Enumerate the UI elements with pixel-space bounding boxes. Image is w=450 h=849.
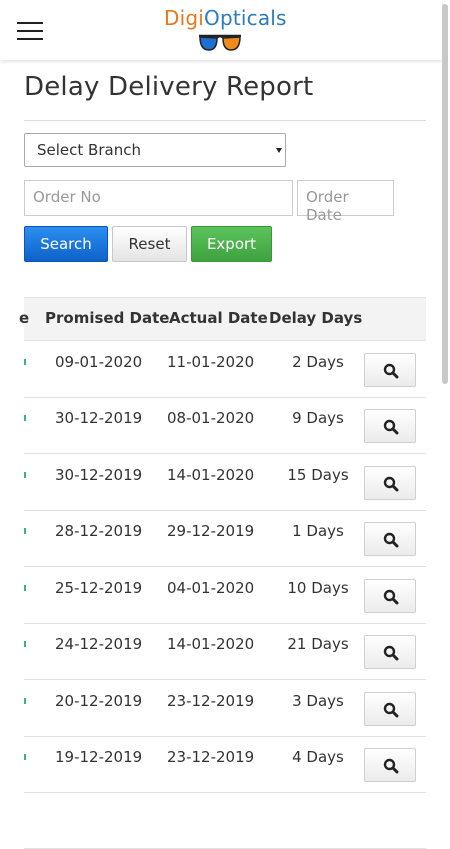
view-details-button[interactable]: [364, 522, 416, 556]
delay-days-cell: 15 Days: [287, 466, 349, 484]
actual-date-cell: 29-12-2019: [167, 522, 255, 540]
col-header-partial: e: [19, 309, 30, 327]
export-button[interactable]: Export: [191, 226, 272, 262]
table-row: 28-12-2019 29-12-2019 1 Days: [24, 511, 426, 567]
row-status-marker: [24, 528, 26, 534]
table-row: 19-12-2019 23-12-2019 4 Days: [24, 737, 426, 793]
brand-name: DigiOpticals: [164, 6, 288, 30]
table-row: 30-12-2019 08-01-2020 9 Days: [24, 398, 426, 454]
view-details-button[interactable]: [364, 466, 416, 500]
hamburger-menu-icon[interactable]: [17, 22, 43, 40]
order-date-input[interactable]: Order Date: [297, 180, 394, 224]
brand-name-part2: Opticals: [204, 6, 287, 30]
table-row: 25-12-2019 04-01-2020 10 Days: [24, 568, 426, 624]
magnifier-icon: [383, 645, 399, 661]
promised-date-cell: 24-12-2019: [55, 635, 143, 653]
branch-select-value: Select Branch: [37, 141, 141, 159]
col-header-delay-days: Delay Days: [269, 309, 363, 327]
view-details-button[interactable]: [364, 579, 416, 613]
col-header-actual-date: Actual Date: [169, 309, 268, 327]
table-row: 09-01-2020 11-01-2020 2 Days: [24, 342, 426, 398]
actual-date-cell: 23-12-2019: [167, 748, 255, 766]
view-details-button[interactable]: [364, 409, 416, 443]
promised-date-cell: 20-12-2019: [55, 692, 143, 710]
promised-date-cell: 19-12-2019: [55, 748, 143, 766]
delay-days-cell: 9 Days: [292, 409, 344, 427]
delay-days-cell: 4 Days: [292, 748, 344, 766]
actual-date-cell: 08-01-2020: [167, 409, 255, 427]
row-status-marker: [24, 415, 26, 421]
glasses-icon: [199, 34, 241, 51]
row-status-marker: [24, 754, 26, 760]
title-divider: [24, 120, 426, 121]
delay-days-cell: 21 Days: [287, 635, 349, 653]
actual-date-cell: 11-01-2020: [167, 353, 255, 371]
magnifier-icon: [383, 419, 399, 435]
app-header: DigiOpticals: [0, 0, 442, 60]
caret-down-icon: [276, 148, 282, 153]
row-status-marker: [24, 359, 26, 365]
actual-date-cell: 04-01-2020: [167, 579, 255, 597]
magnifier-icon: [383, 363, 399, 379]
row-status-marker: [24, 698, 26, 704]
view-details-button[interactable]: [364, 635, 416, 669]
page-title: Delay Delivery Report: [24, 72, 314, 102]
page-scrollbar[interactable]: [442, 4, 448, 384]
table-row: 20-12-2019 23-12-2019 3 Days: [24, 681, 426, 737]
promised-date-cell: 30-12-2019: [55, 409, 143, 427]
actual-date-cell: 23-12-2019: [167, 692, 255, 710]
search-button[interactable]: Search: [24, 226, 108, 262]
brand-logo[interactable]: DigiOpticals: [164, 6, 288, 54]
promised-date-cell: 28-12-2019: [55, 522, 143, 540]
promised-date-cell: 25-12-2019: [55, 579, 143, 597]
branch-select[interactable]: Select Branch: [24, 133, 286, 167]
table-row: 30-12-2019 14-01-2020 15 Days: [24, 455, 426, 511]
table-row: 24-12-2019 14-01-2020 21 Days: [24, 624, 426, 680]
delay-days-cell: 3 Days: [292, 692, 344, 710]
magnifier-icon: [383, 476, 399, 492]
magnifier-icon: [383, 702, 399, 718]
row-status-marker: [24, 641, 26, 647]
table-row: [24, 793, 426, 849]
view-details-button[interactable]: [364, 353, 416, 387]
magnifier-icon: [383, 758, 399, 774]
brand-name-part1: Digi: [164, 6, 205, 30]
view-details-button[interactable]: [364, 748, 416, 782]
col-header-promised-date: Promised Date: [45, 309, 170, 327]
promised-date-cell: 09-01-2020: [55, 353, 143, 371]
delay-days-cell: 10 Days: [287, 579, 349, 597]
row-status-marker: [24, 585, 26, 591]
row-status-marker: [24, 472, 26, 478]
table-header: e Promised Date Actual Date Delay Days: [19, 297, 426, 341]
order-no-input[interactable]: Order No: [24, 180, 293, 216]
magnifier-icon: [383, 589, 399, 605]
actual-date-cell: 14-01-2020: [167, 466, 255, 484]
delay-days-cell: 1 Days: [292, 522, 344, 540]
reset-button[interactable]: Reset: [112, 226, 187, 262]
actual-date-cell: 14-01-2020: [167, 635, 255, 653]
promised-date-cell: 30-12-2019: [55, 466, 143, 484]
magnifier-icon: [383, 532, 399, 548]
delay-days-cell: 2 Days: [292, 353, 344, 371]
view-details-button[interactable]: [364, 692, 416, 726]
